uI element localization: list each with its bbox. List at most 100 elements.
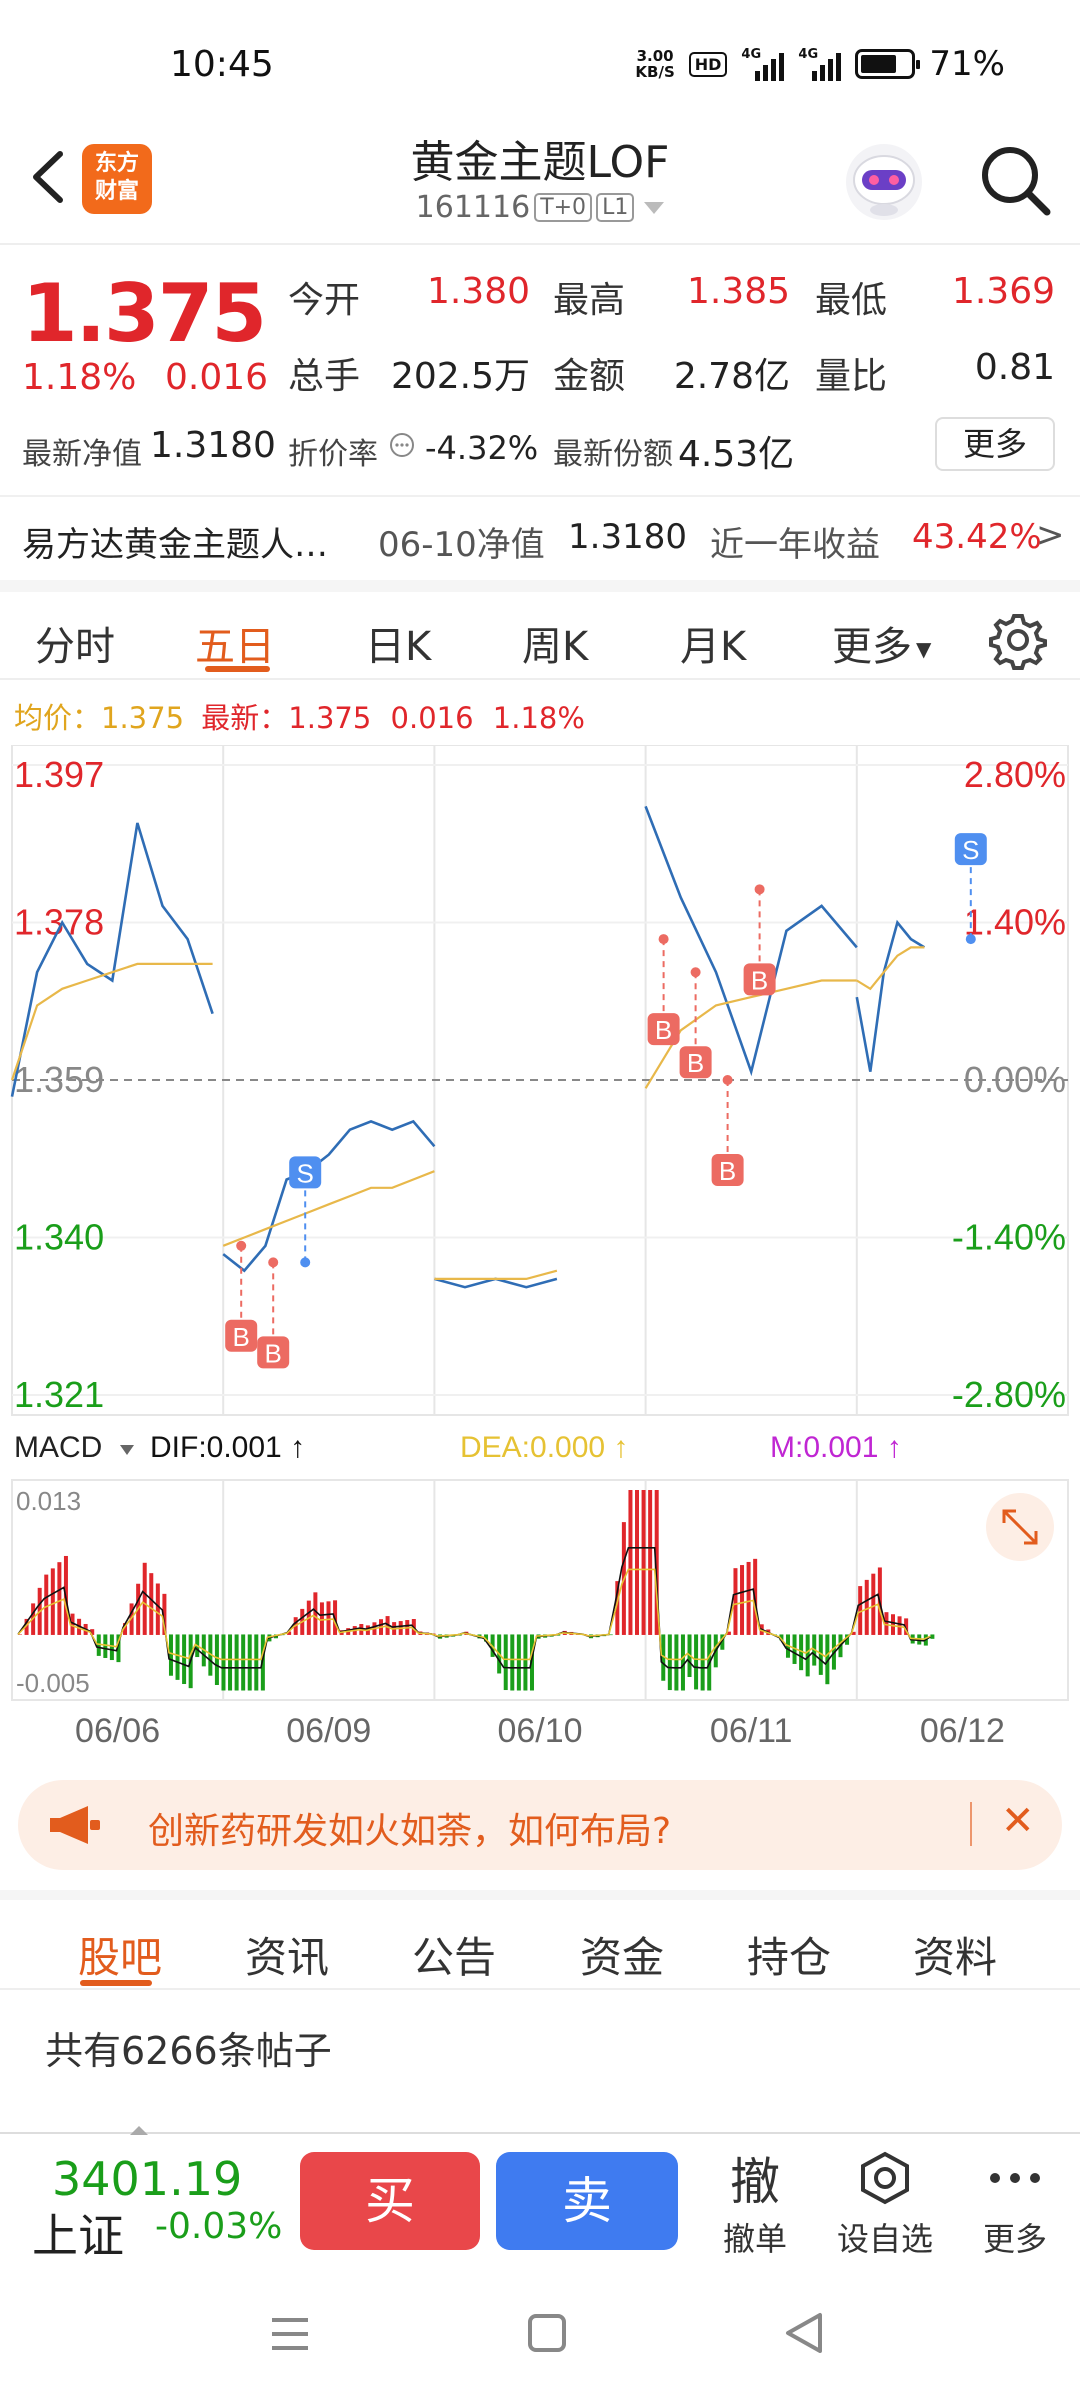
volume-label: 总手: [288, 356, 361, 397]
y-axis-right-label: -1.40%: [952, 1217, 1066, 1258]
macd-bar: [44, 1574, 49, 1635]
tab-news[interactable]: 资讯: [245, 1924, 329, 1985]
add-watchlist-button[interactable]: 设自选: [830, 2142, 940, 2260]
buy-marker-label: B: [751, 965, 768, 995]
low-label: 最低: [815, 280, 888, 321]
y-axis-left-label: 1.321: [14, 1374, 104, 1415]
tab-guba[interactable]: 股吧: [78, 1924, 162, 1985]
y-axis-left-label: 1.359: [14, 1059, 104, 1100]
y-axis-right-label: -2.80%: [952, 1374, 1066, 1415]
macd-bar: [503, 1634, 508, 1691]
tag-t0: T+0: [534, 193, 593, 222]
fund-return-label: 近一年收益: [710, 525, 880, 565]
cancel-order-button[interactable]: 撤 撤单: [700, 2142, 810, 2260]
trade-bar: 3401.19 上证 -0.03% 买 卖 撤 撤单 设自选 更多: [0, 2126, 1080, 2266]
status-time: 10:45: [170, 44, 274, 85]
buy-marker-label: B: [233, 1322, 250, 1352]
macd-bar: [103, 1634, 108, 1658]
five-day-chart[interactable]: 1.397 2.80% 1.378 1.40% 1.359 0.00% 1.340 -1.40…: [0, 745, 1080, 1770]
macd-bar: [510, 1634, 515, 1691]
macd-bar: [930, 1634, 935, 1639]
search-icon[interactable]: [975, 140, 1055, 220]
tab-announcements[interactable]: 公告: [412, 1924, 496, 1985]
y-axis-left-label: 1.378: [14, 902, 104, 943]
robot-assistant-icon[interactable]: [842, 140, 927, 225]
more-tools-label: 更多: [982, 2220, 1047, 2258]
macd-bar: [733, 1568, 738, 1635]
amount-value: 2.78亿: [673, 356, 790, 397]
tab-daily-k[interactable]: 日K: [365, 614, 431, 672]
settings-gear-icon[interactable]: [988, 610, 1048, 670]
y-axis-left-label: 1.397: [14, 754, 104, 795]
menu-icon[interactable]: [268, 2314, 312, 2354]
tab-monthly-k[interactable]: 月K: [680, 614, 746, 672]
tab-funds[interactable]: 资金: [580, 1924, 664, 1985]
fund-info-row[interactable]: 易方达黄金主题人… 06-10净值 1.3180 近一年收益 43.42% >: [0, 495, 1080, 577]
index-value[interactable]: 3401.19: [52, 2152, 242, 2206]
nav-label: 最新净值: [22, 437, 142, 472]
macd-bar: [168, 1634, 173, 1676]
tab-profile[interactable]: 资料: [913, 1924, 997, 1985]
tab-intraday[interactable]: 分时: [35, 614, 115, 672]
more-tools-button[interactable]: 更多: [960, 2142, 1070, 2260]
macd-bar: [142, 1562, 147, 1635]
index-name[interactable]: 上证: [32, 2200, 124, 2266]
back-nav-icon[interactable]: [782, 2310, 826, 2356]
tab-holdings[interactable]: 持仓: [747, 1924, 831, 1985]
dea-label: DEA:0.000 ↑: [460, 1431, 628, 1464]
hd-icon: HD: [688, 51, 728, 77]
macd-bar: [254, 1634, 259, 1691]
sell-marker-label: S: [297, 1158, 314, 1188]
macd-bar: [674, 1634, 679, 1691]
tab-five-day[interactable]: 五日: [195, 614, 275, 672]
tab-weekly-k[interactable]: 周K: [522, 614, 588, 672]
quote-panel: 1.375 1.18% 0.016 今开 1.380 最高 1.385 最低 1…: [0, 247, 1080, 577]
sell-button[interactable]: 卖: [496, 2152, 678, 2250]
banner-text: 创新药研发如火如荼，如何布局?: [148, 1811, 672, 1852]
y-axis-right-label: 2.80%: [964, 754, 1066, 795]
status-bar: 10:45 3.00 KB/S HD 4G 4G 71%: [0, 0, 1080, 120]
macd-bar: [221, 1634, 226, 1691]
shares-label: 最新份额: [553, 437, 673, 472]
macd-bar: [891, 1614, 896, 1635]
tab-more[interactable]: 更多 ▼: [832, 614, 931, 672]
info-icon[interactable]: [388, 431, 416, 459]
macd-bar: [149, 1573, 154, 1635]
macd-y-top: 0.013: [16, 1486, 81, 1516]
shares-value: 4.53亿: [678, 434, 795, 475]
macd-bar: [234, 1634, 239, 1691]
x-axis-label: 06/10: [497, 1712, 582, 1750]
sell-marker-label: S: [962, 835, 979, 865]
macd-bar: [740, 1565, 745, 1635]
discount-label: 折价率: [288, 437, 378, 472]
macd-bar: [667, 1634, 672, 1691]
close-icon[interactable]: ✕: [1001, 1798, 1035, 1844]
macd-bar: [326, 1601, 331, 1635]
more-button[interactable]: 更多: [935, 417, 1055, 471]
macd-bar: [884, 1612, 889, 1635]
current-price: 1.375: [22, 267, 267, 360]
macd-bar: [109, 1634, 114, 1661]
signal-icon-2: 4G: [798, 47, 842, 81]
price-line: [855, 919, 926, 1072]
status-icons: 3.00 KB/S HD 4G 4G 71%: [635, 44, 1005, 84]
buy-marker-label: B: [265, 1338, 282, 1368]
header: 东方 财富 黄金主题LOF 161116 T+0 L1: [0, 120, 1080, 245]
fund-nav-date: 06-10净值: [378, 525, 545, 565]
price-line: [222, 1119, 436, 1273]
open-value: 1.380: [426, 271, 530, 312]
y-axis-right-label: 0.00%: [964, 1059, 1066, 1100]
price-line: [10, 822, 214, 1097]
home-icon[interactable]: [526, 2312, 568, 2354]
buy-button[interactable]: 买: [300, 2152, 480, 2250]
macd-dropdown-icon: [120, 1445, 134, 1455]
change-amount: 0.016: [165, 357, 269, 398]
promo-banner[interactable]: 创新药研发如火如荼，如何布局? ✕: [18, 1780, 1062, 1870]
x-axis-label: 06/06: [75, 1712, 160, 1750]
macd-bar: [228, 1634, 233, 1691]
macd-bar: [241, 1634, 246, 1691]
nav-value: 1.3180: [150, 425, 276, 466]
x-axis-label: 06/12: [920, 1712, 1005, 1750]
x-axis-label: 06/11: [710, 1712, 793, 1750]
dif-label: DIF:0.001 ↑: [150, 1431, 305, 1464]
